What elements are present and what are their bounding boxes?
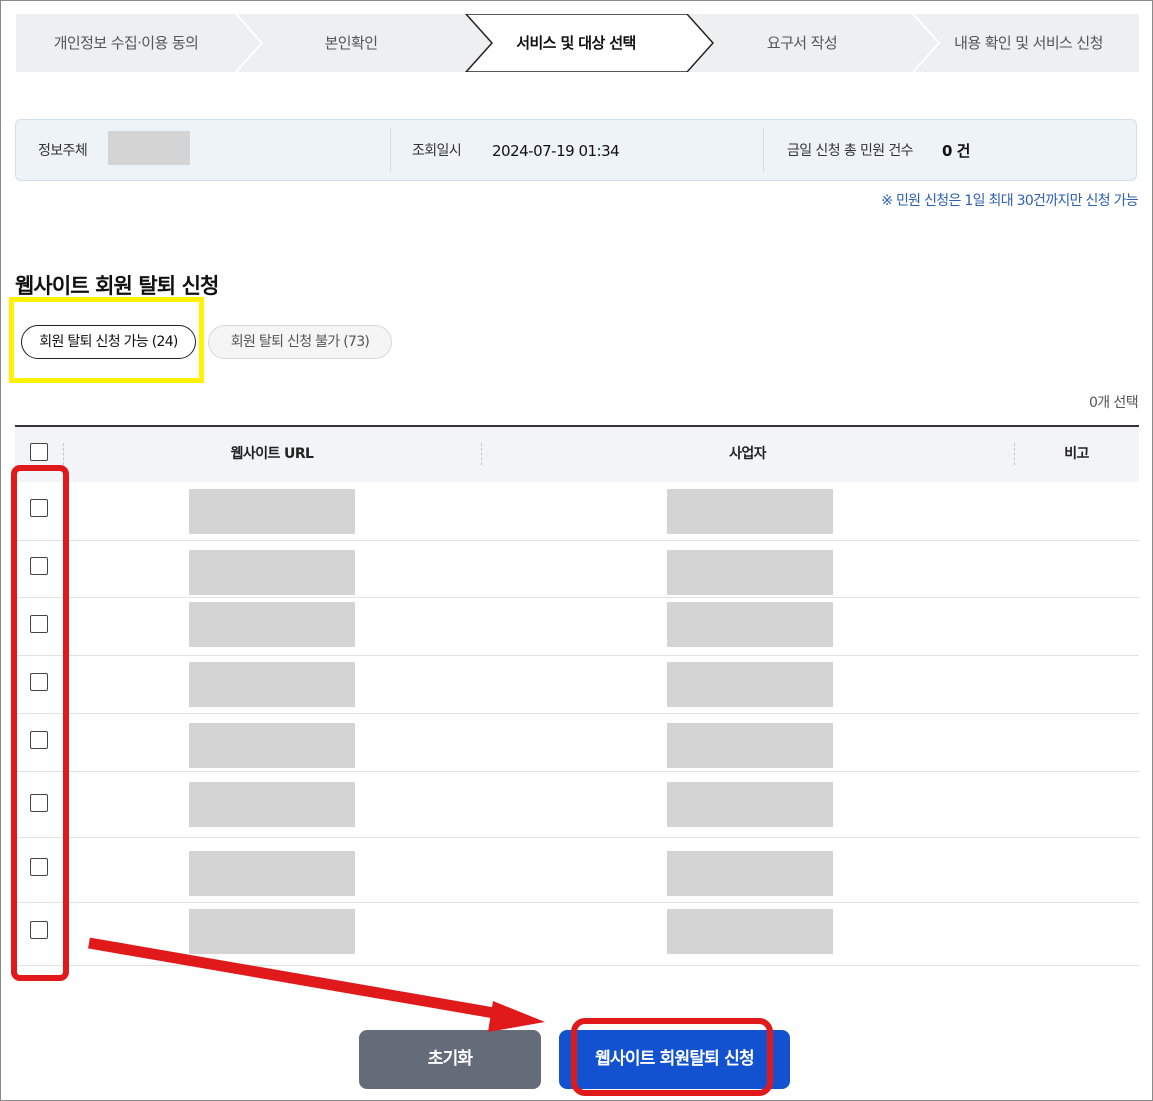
red-arrow-annotation [88,937,545,1032]
